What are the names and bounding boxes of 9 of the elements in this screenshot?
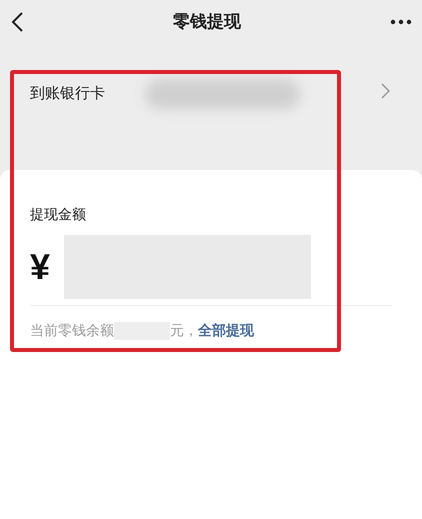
balance-text: 当前零钱余额 bbox=[30, 321, 114, 340]
amount-label: 提现金额 bbox=[30, 205, 87, 224]
more-icon[interactable] bbox=[390, 19, 412, 25]
balance-unit: 元， bbox=[170, 321, 198, 340]
withdraw-all-link[interactable]: 全部提现 bbox=[198, 320, 254, 341]
page-title: 零钱提现 bbox=[173, 11, 241, 34]
currency-symbol: ¥ bbox=[30, 249, 50, 285]
back-icon[interactable] bbox=[10, 11, 24, 33]
bank-card-label: 到账银行卡 bbox=[30, 84, 106, 104]
